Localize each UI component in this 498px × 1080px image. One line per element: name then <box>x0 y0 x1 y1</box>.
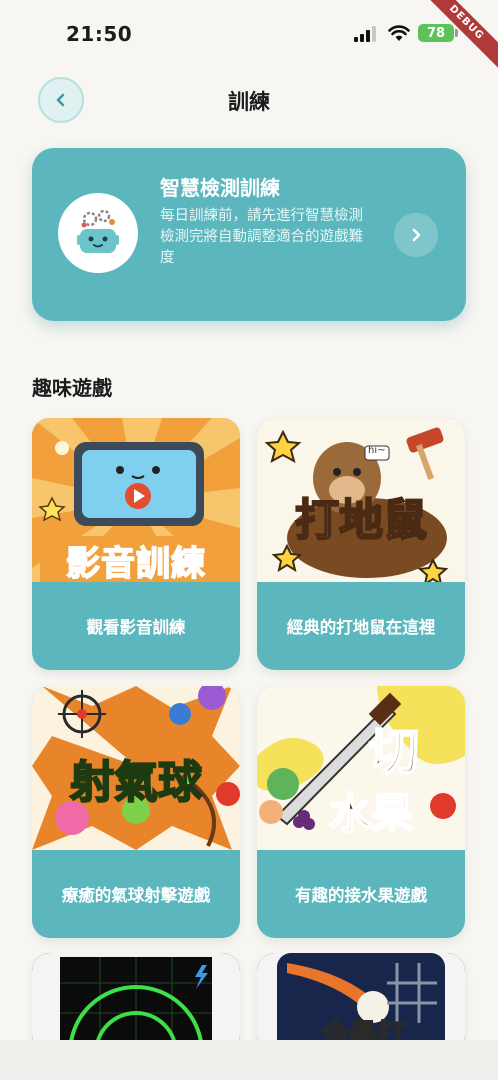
game-image-fruit: 切 水果 <box>257 686 465 850</box>
battery-tip <box>455 29 458 37</box>
game-image-balloon-shooting: 射氣球 <box>32 686 240 850</box>
status-time: 21:50 <box>66 22 133 46</box>
game-card-home-run[interactable]: 全壘打 <box>257 953 465 1053</box>
game-image-whack-a-mole: hi~ 打地鼠 <box>257 418 465 582</box>
smart-detection-title: 智慧檢測訓練 <box>160 176 280 200</box>
page-title: 訓練 <box>228 90 270 114</box>
game-art-title-video: 影音訓練 <box>65 543 206 582</box>
game-card-fruit[interactable]: 切 水果 有趣的接水果遊戲 <box>257 686 465 938</box>
smart-detection-logo <box>58 193 138 273</box>
chevron-right-icon <box>412 228 421 242</box>
game-card-video[interactable]: 影音訓練 觀看影音訓練 <box>32 418 240 670</box>
smart-detection-line-1: 每日訓練前，請先進行智慧檢測 <box>160 208 363 224</box>
game-label-whack-a-mole: 經典的打地鼠在這裡 <box>286 618 436 637</box>
game-card-balloon-shooting[interactable]: 射氣球 療癒的氣球射擊遊戲 <box>32 686 240 938</box>
game-card-whack-a-mole[interactable]: hi~ 打地鼠 經典的打地鼠在這裡 <box>257 418 465 670</box>
cellular-signal-icon <box>354 26 376 42</box>
section-title: 趣味遊戲 <box>32 376 112 400</box>
game-image-home-run: 全壘打 <box>257 953 465 1053</box>
smart-detection-description: 每日訓練前，請先進行智慧檢測 檢測完將自動調整適合的遊戲難度 <box>160 206 372 269</box>
game-art-title-fruit-1: 切 <box>368 722 420 782</box>
wifi-icon <box>388 25 410 41</box>
game-label-fruit: 有趣的接水果遊戲 <box>295 886 427 905</box>
battery-indicator: 78 <box>418 24 454 42</box>
game-art-title-fruit-2: 水果 <box>328 788 414 839</box>
bottom-bar <box>0 1040 498 1080</box>
smart-detection-card[interactable]: 智慧檢測訓練 每日訓練前，請先進行智慧檢測 檢測完將自動調整適合的遊戲難度 <box>32 148 466 321</box>
status-bar: 21:50 78 DEBUG <box>0 0 498 72</box>
game-image-video: 影音訓練 <box>32 418 240 582</box>
game-label-balloon-shooting: 療癒的氣球射擊遊戲 <box>61 886 211 905</box>
game-art-title-whack-a-mole: 打地鼠 <box>294 494 428 547</box>
game-art-title-balloon-shooting: 射氣球 <box>69 756 203 809</box>
smart-detection-line-2: 檢測完將自動調整適合的遊戲難度 <box>160 229 363 266</box>
smart-detection-arrow-button[interactable] <box>394 213 438 257</box>
game-image-neon <box>32 953 240 1053</box>
game-art-badge-whack-a-mole: hi~ <box>368 445 386 456</box>
game-label-video: 觀看影音訓練 <box>86 618 186 637</box>
robot-brain-icon <box>77 209 119 253</box>
game-card-neon[interactable] <box>32 953 240 1053</box>
